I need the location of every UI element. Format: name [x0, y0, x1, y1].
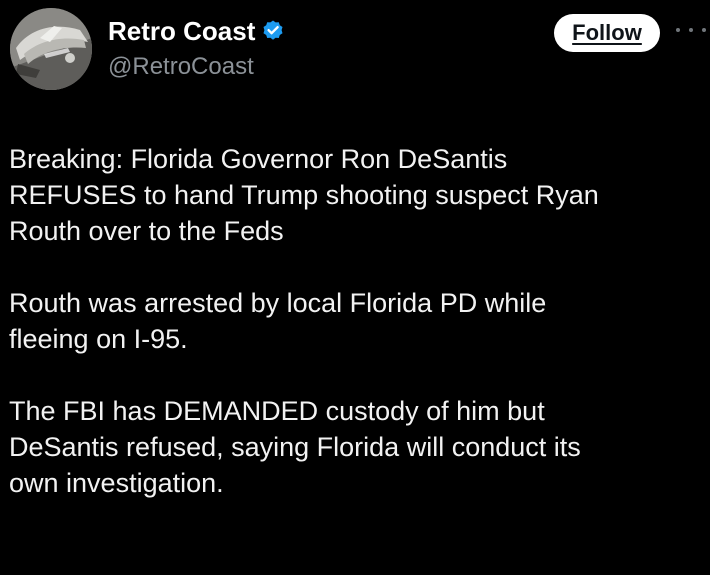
tweet-line: Routh over to the Feds	[9, 216, 284, 246]
tweet-paragraph: Breaking: Florida Governor Ron DeSantis …	[9, 141, 709, 249]
tweet-line: fleeing on I-95.	[9, 324, 188, 354]
more-dot	[676, 28, 680, 32]
more-options-icon[interactable]	[676, 20, 706, 40]
more-dot	[702, 28, 706, 32]
tweet-line: DeSantis refused, saying Florida will co…	[9, 432, 581, 462]
name-row: Retro Coast	[108, 14, 285, 48]
tweet-line: REFUSES to hand Trump shooting suspect R…	[9, 180, 599, 210]
profile-avatar[interactable]	[10, 8, 92, 90]
display-name[interactable]: Retro Coast	[108, 14, 255, 48]
tweet-paragraph: The FBI has DEMANDED custody of him but …	[9, 393, 709, 501]
tweet-text: Breaking: Florida Governor Ron DeSantis …	[9, 141, 709, 501]
follow-button[interactable]: Follow	[554, 14, 660, 52]
tweet-paragraph: Routh was arrested by local Florida PD w…	[9, 285, 709, 357]
tweet-line: The FBI has DEMANDED custody of him but	[9, 396, 545, 426]
verified-badge-icon	[261, 19, 285, 43]
more-dot	[689, 28, 693, 32]
tweet-line: own investigation.	[9, 468, 224, 498]
tweet-line: Routh was arrested by local Florida PD w…	[9, 288, 547, 318]
tweet-line: Breaking: Florida Governor Ron DeSantis	[9, 144, 508, 174]
vintage-car-avatar-icon	[10, 8, 92, 90]
account-handle[interactable]: @RetroCoast	[108, 52, 254, 82]
tweet-card: Retro Coast @RetroCoast Follow Breaking:…	[0, 0, 710, 575]
